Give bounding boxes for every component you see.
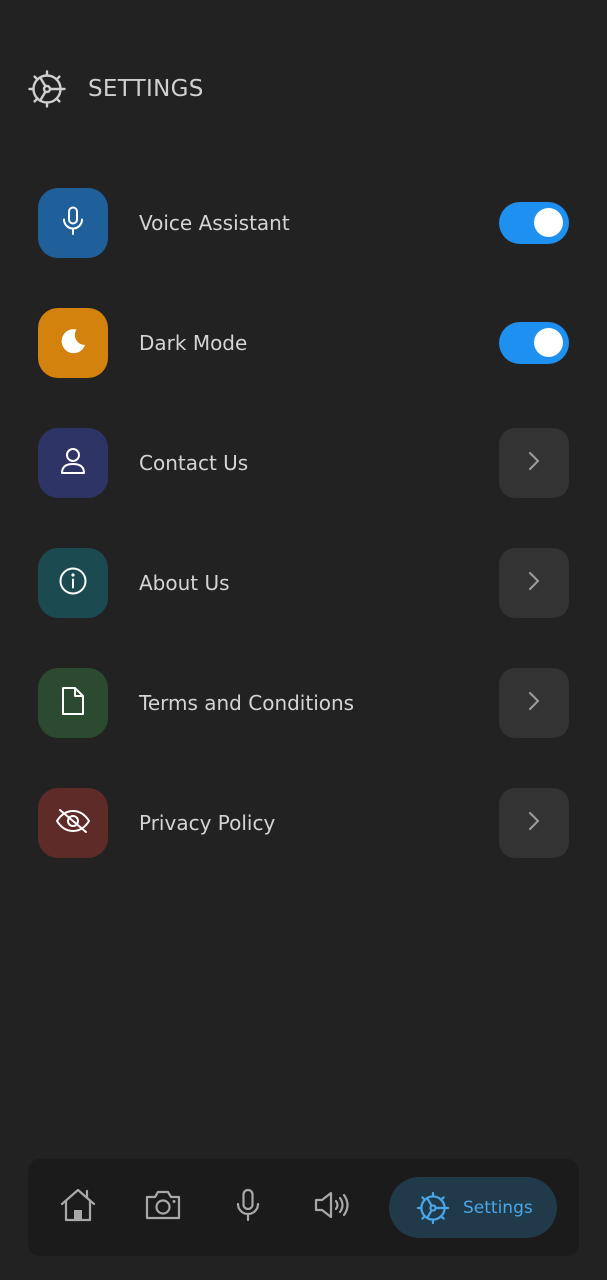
nav-settings-button[interactable]: Settings [389, 1177, 557, 1238]
nav-speaker-button[interactable] [305, 1179, 361, 1235]
camera-icon [144, 1189, 182, 1225]
setting-label: About Us [139, 571, 230, 595]
dark-mode-tile [38, 308, 108, 378]
moon-icon [58, 326, 88, 360]
terms-chevron-button[interactable] [499, 668, 569, 738]
setting-row-privacy-policy[interactable]: Privacy Policy [38, 788, 569, 858]
setting-label: Contact Us [139, 451, 249, 475]
contact-us-chevron-button[interactable] [499, 428, 569, 498]
gear-icon [26, 68, 68, 110]
page-title: SETTINGS [88, 76, 204, 102]
chevron-right-icon [526, 450, 542, 476]
microphone-icon [60, 206, 86, 240]
bottom-nav-bar: Settings [28, 1159, 579, 1256]
chevron-right-icon [526, 570, 542, 596]
setting-row-about-us[interactable]: About Us [38, 548, 569, 618]
privacy-policy-chevron-button[interactable] [499, 788, 569, 858]
home-icon [59, 1187, 97, 1227]
nav-settings-label: Settings [463, 1197, 533, 1218]
toggle-knob [534, 328, 563, 357]
microphone-icon [235, 1188, 261, 1226]
nav-home-button[interactable] [50, 1179, 106, 1235]
setting-label: Voice Assistant [139, 211, 290, 235]
gear-icon [413, 1188, 453, 1228]
setting-row-dark-mode: Dark Mode [38, 308, 569, 378]
toggle-knob [534, 208, 563, 237]
chevron-right-icon [526, 690, 542, 716]
setting-row-terms[interactable]: Terms and Conditions [38, 668, 569, 738]
info-icon [58, 566, 88, 600]
setting-label: Terms and Conditions [139, 691, 355, 715]
setting-label: Privacy Policy [139, 811, 276, 835]
about-us-tile [38, 548, 108, 618]
document-icon [60, 686, 86, 720]
chevron-right-icon [526, 810, 542, 836]
about-us-chevron-button[interactable] [499, 548, 569, 618]
user-icon [59, 446, 87, 480]
setting-label: Dark Mode [139, 331, 248, 355]
speaker-icon [313, 1189, 353, 1225]
voice-assistant-tile [38, 188, 108, 258]
contact-us-tile [38, 428, 108, 498]
nav-microphone-button[interactable] [220, 1179, 276, 1235]
dark-mode-toggle[interactable] [499, 322, 569, 364]
privacy-policy-tile [38, 788, 108, 858]
setting-row-contact-us[interactable]: Contact Us [38, 428, 569, 498]
terms-tile [38, 668, 108, 738]
header: SETTINGS [26, 68, 204, 110]
eye-off-icon [55, 807, 91, 839]
nav-camera-button[interactable] [135, 1179, 191, 1235]
setting-row-voice-assistant: Voice Assistant [38, 188, 569, 258]
voice-assistant-toggle[interactable] [499, 202, 569, 244]
